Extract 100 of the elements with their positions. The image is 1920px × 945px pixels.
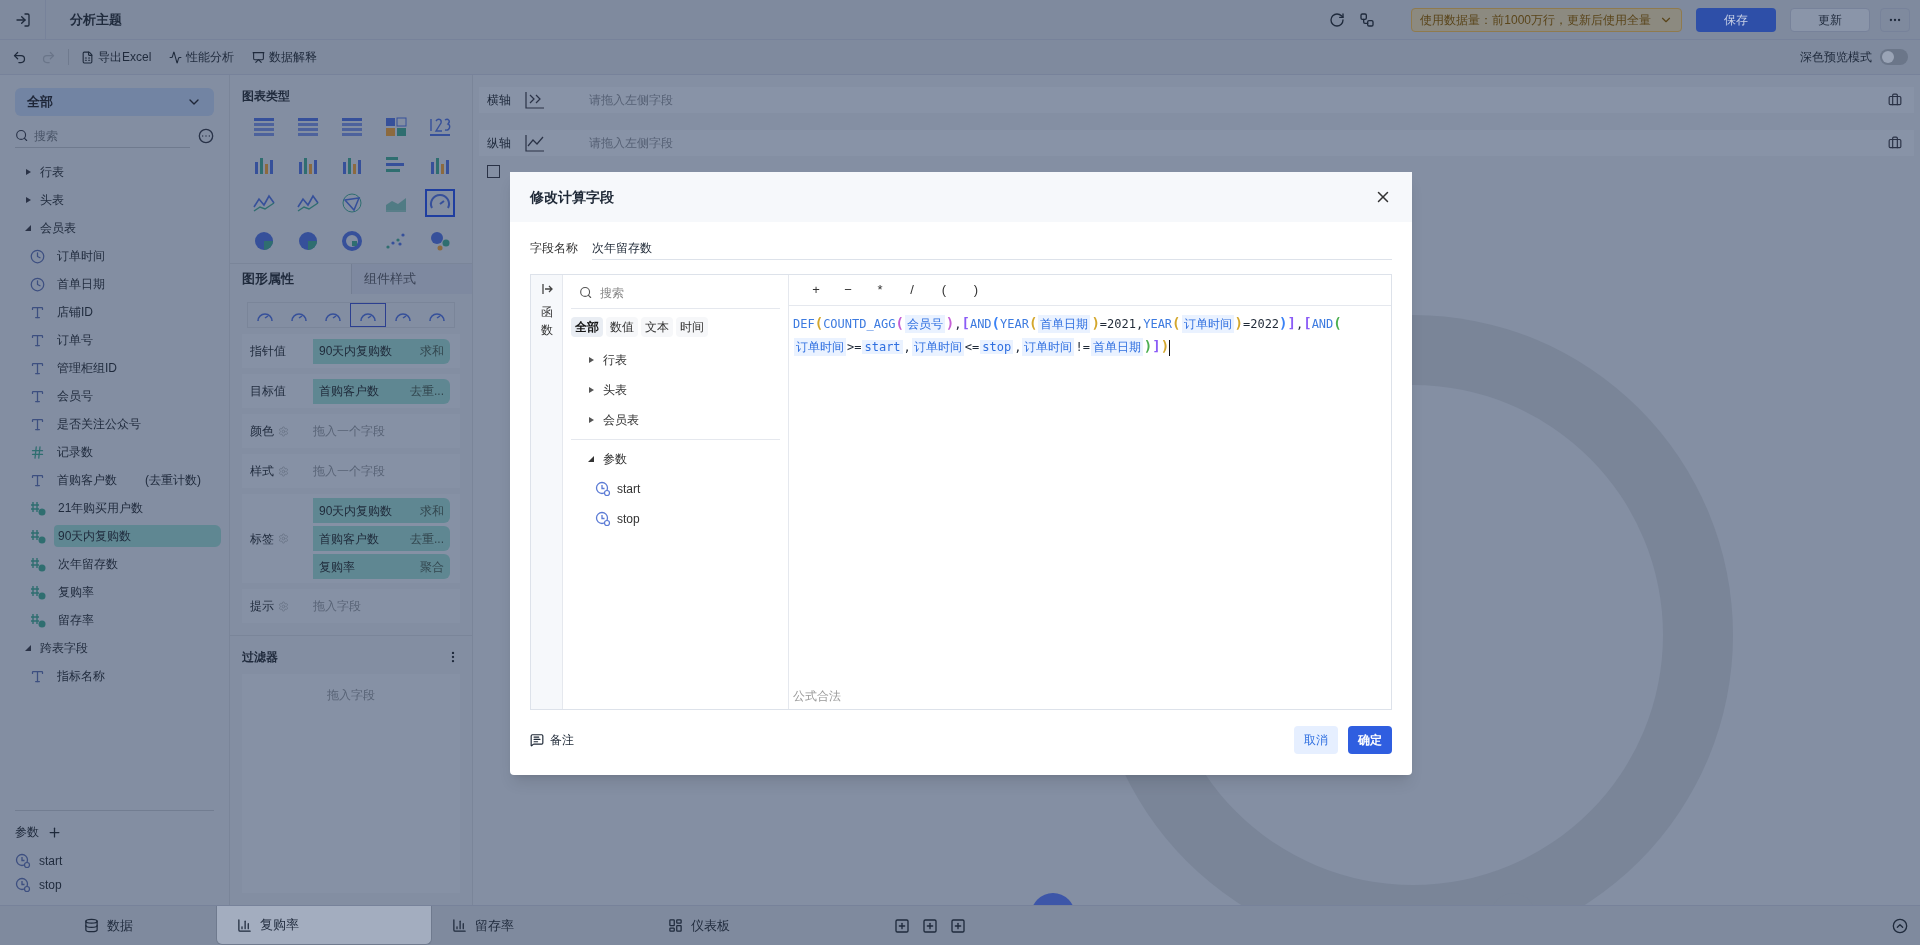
field-name-input[interactable]: 次年留存数 [592,236,1392,260]
field-item[interactable]: 是否关注公众号 [53,413,145,435]
field-item[interactable]: 会员号 [53,385,97,407]
dark-preview-toggle[interactable] [1880,49,1908,65]
panel-tab[interactable]: 组件样式 [350,264,472,294]
field-item[interactable]: 订单号 [53,329,97,351]
add-table-icon[interactable] [922,917,938,934]
field-item[interactable]: 订单时间 [53,245,109,267]
parameter-group[interactable]: 参数 [587,444,780,474]
add-chart-icon[interactable] [894,917,910,934]
workflow-icon[interactable] [1359,11,1376,28]
bottom-tab[interactable]: 复购率 [216,906,432,945]
parameter-item[interactable]: start [617,480,641,498]
function-side-tab[interactable]: 函数 [531,275,563,709]
formula-editor[interactable]: DEF(COUNTD_AGG( 会员号 ),[AND(YEAR( 首单日期 )=2021,YEAR( 订单时间 )=2022)],[AND( 订单时间 >= start , 订单时间 <= stop , 订单时间 != 首单日期 )]) [789,306,1389,687]
add-icon[interactable] [47,824,62,840]
field-item[interactable]: 首购客户数 [53,469,121,491]
operator-button[interactable]: ( [937,280,951,300]
field-chip: 订单时间 [1181,315,1234,333]
manual-preview-checkbox[interactable] [487,165,500,178]
briefcase-icon[interactable] [1888,136,1902,150]
cancel-button[interactable]: 取消 [1294,726,1338,754]
toolbar-button[interactable]: 性能分析 [169,48,235,66]
toolbar-button[interactable]: 导出Excel [81,48,152,66]
table-name: 会员表 [40,220,76,237]
field-item[interactable]: 次年留存数 [54,553,122,575]
filter-tab[interactable]: 数值 [606,317,638,337]
bracket: ) [1143,338,1153,354]
filter-tab[interactable]: 文本 [641,317,673,337]
briefcase-icon[interactable] [1888,93,1902,107]
table-group[interactable]: 行表 [24,158,174,186]
scope-dropdown[interactable]: 全部 [15,88,214,116]
search-icon [579,285,593,300]
field-chip[interactable]: 90天内复购数 求和 [313,498,450,523]
parameter-clock-icon [595,481,611,497]
table-group[interactable]: 头表 [24,186,174,214]
operator-button[interactable]: − [841,280,855,300]
caret-icon[interactable] [587,455,595,463]
settings-icon[interactable] [278,600,289,612]
undo-icon[interactable] [12,49,27,65]
field-item[interactable]: 留存率 [54,609,98,631]
table-group[interactable]: 行表 [587,345,780,375]
search-field[interactable]: 搜索 [600,283,772,302]
operator-button[interactable]: ) [969,280,983,300]
field-chip[interactable]: 90天内复购数 求和 [313,338,450,364]
property-label: 标签 [250,530,274,548]
field-item[interactable]: 记录数 [53,441,97,463]
field-item[interactable]: 店铺ID [53,301,97,323]
caret-icon[interactable] [587,356,595,364]
caret-icon[interactable] [587,416,595,424]
filter-tab[interactable]: 时间 [676,317,708,337]
note-button[interactable]: 备注 [530,731,574,749]
field-item[interactable]: 复购率 [54,581,98,603]
settings-icon[interactable] [278,465,289,477]
field-chip[interactable]: 首购客户数 去重... [313,378,450,404]
parameter-item[interactable]: stop [617,510,640,528]
field-item[interactable]: 90天内复购数 [54,525,221,547]
settings-icon[interactable] [278,425,289,437]
bracket: ) [1279,315,1288,331]
radar-icon [339,191,365,215]
field-item[interactable]: 首单日期 [53,273,109,295]
filter-tab[interactable]: 全部 [571,317,603,337]
gauge-style-button[interactable] [350,303,386,327]
field-chip[interactable]: 首购客户数 去重... [313,526,450,551]
field-item[interactable]: 指标名称 [53,665,109,687]
caret-icon[interactable] [587,386,595,394]
save-button[interactable]: 保存 [1696,7,1776,32]
bracket: ( [814,315,824,331]
toolbar-button[interactable]: 数据解释 [252,48,318,66]
update-button[interactable]: 更新 [1790,7,1870,32]
chart-type-button[interactable] [425,189,455,217]
more-icon[interactable] [198,128,214,144]
axis-icon[interactable] [523,90,547,110]
data-notice[interactable]: 使用数据量：前1000万行，更新后使用全量 [1411,7,1682,32]
settings-icon[interactable] [278,533,289,544]
field-item[interactable]: 21年购买用户数 [54,497,148,519]
parameter-item[interactable]: stop [39,876,62,894]
refresh-icon[interactable] [1329,11,1346,28]
parameter-item[interactable]: start [39,852,63,870]
operator-button[interactable]: * [873,280,887,300]
property-label: 提示 [250,598,274,615]
search-field[interactable]: 搜索 [34,126,190,145]
table-group[interactable]: 跨表字段 [24,634,174,662]
table-group[interactable]: 会员表 [587,405,780,435]
table-group[interactable]: 会员表 [24,214,174,242]
confirm-button[interactable]: 确定 [1348,726,1392,754]
table-group[interactable]: 头表 [587,375,780,405]
field-name: 复购率 [319,558,355,576]
panel-tab[interactable]: 图形属性 [230,264,351,294]
line-axis-icon[interactable] [523,133,547,153]
add-text-icon[interactable] [950,917,966,934]
exit-icon[interactable] [14,11,31,28]
field-chip[interactable]: 复购率 聚合 [313,554,450,579]
property-label: 颜色 [250,423,274,440]
operator-button[interactable]: / [905,280,919,300]
field-item[interactable]: 管理柜组ID [53,357,121,379]
operator-button[interactable]: + [809,280,823,300]
aggregation-label: 去重... [410,530,444,548]
collapse-icon[interactable] [1892,917,1908,934]
parameter-clock-icon [15,853,31,869]
